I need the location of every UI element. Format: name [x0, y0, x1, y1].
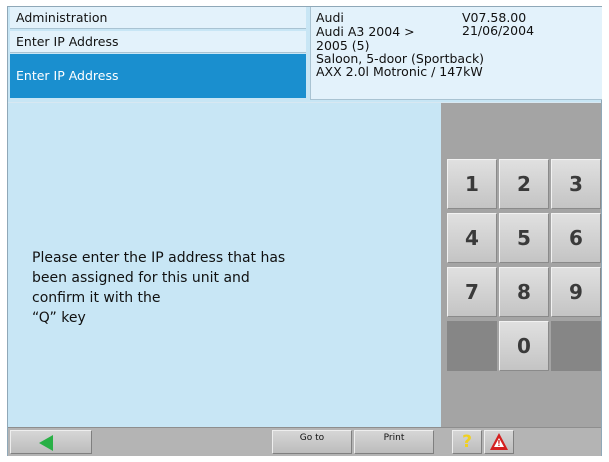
key-0[interactable]: 0 [499, 321, 549, 371]
key-blank-right [551, 321, 601, 371]
help-icon: ? [462, 432, 472, 452]
key-8[interactable]: 8 [499, 267, 549, 317]
key-3[interactable]: 3 [551, 159, 601, 209]
goto-button[interactable]: Go to [272, 430, 352, 454]
key-7[interactable]: 7 [447, 267, 497, 317]
vehicle-model: Audi A3 2004 > [316, 24, 415, 39]
key-5[interactable]: 5 [499, 213, 549, 263]
instruction-text: Please enter the IP address that has bee… [32, 248, 332, 328]
key-1[interactable]: 1 [447, 159, 497, 209]
vehicle-info: Audi V07.58.00 21/06/2004 Audi A3 2004 >… [310, 7, 602, 100]
vehicle-engine: AXX 2.0l Motronic / 147kW [316, 64, 483, 79]
breadcrumb-enter-ip[interactable]: Enter IP Address [10, 31, 306, 53]
help-button[interactable]: ? [452, 430, 482, 454]
diagnostic-screen: Administration Enter IP Address Enter IP… [7, 6, 602, 456]
print-button[interactable]: Print [354, 430, 434, 454]
warning-icon-mark: ! [497, 439, 501, 448]
page-title: Enter IP Address [10, 54, 306, 98]
back-button[interactable] [10, 430, 92, 454]
instruction-line: Please enter the IP address that has [32, 250, 286, 266]
software-version: V07.58.00 21/06/2004 [462, 10, 535, 38]
breadcrumb-administration[interactable]: Administration [10, 7, 306, 29]
key-2[interactable]: 2 [499, 159, 549, 209]
instruction-line: been assigned for this unit and [32, 270, 250, 286]
key-blank-left [447, 321, 497, 371]
key-4[interactable]: 4 [447, 213, 497, 263]
print-label: Print [383, 433, 405, 443]
back-arrow-icon [39, 435, 53, 451]
instruction-line: confirm it with the [32, 290, 161, 306]
warning-button[interactable]: ! [484, 430, 514, 454]
toolbar-spacer [94, 430, 270, 454]
goto-label: Go to [299, 433, 325, 443]
numeric-keypad: 1 2 3 4 5 6 7 8 9 0 [441, 103, 601, 427]
bottom-toolbar: Go to Print ? ! [8, 427, 601, 456]
breadcrumb: Administration Enter IP Address Enter IP… [8, 7, 308, 101]
key-9[interactable]: 9 [551, 267, 601, 317]
vehicle-make: Audi [316, 10, 344, 25]
instruction-line: “Q” key [32, 310, 86, 326]
key-6[interactable]: 6 [551, 213, 601, 263]
